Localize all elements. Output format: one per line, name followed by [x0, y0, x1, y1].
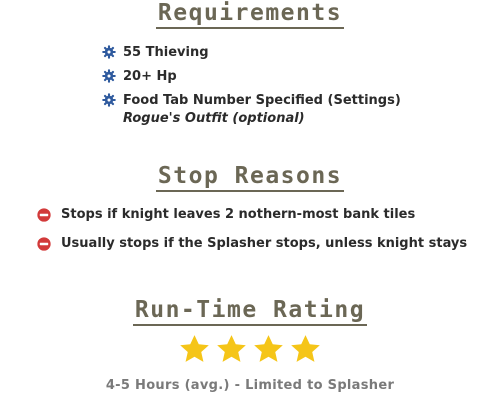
requirement-label: 55 Thieving — [123, 44, 209, 60]
no-entry-icon — [37, 236, 51, 251]
list-item: Usually stops if the Splasher stops, unl… — [37, 229, 467, 258]
list-item: 20+ Hp — [102, 64, 401, 88]
star-icon — [217, 335, 246, 362]
requirements-note: Rogue's Outfit (optional) — [123, 111, 305, 126]
gear-icon — [102, 45, 116, 59]
run-time-heading: Run-Time Rating — [0, 297, 500, 326]
stop-reason-label: Usually stops if the Splasher stops, unl… — [61, 236, 468, 251]
requirements-list: 55 Thieving 20+ Hp Food Tab Number Speci… — [102, 40, 401, 112]
no-entry-icon — [37, 207, 51, 222]
stop-reasons-title: Stop Reasons — [155, 163, 345, 192]
stop-reasons-heading: Stop Reasons — [0, 163, 500, 192]
star-rating — [0, 333, 500, 366]
star-icon — [291, 335, 320, 362]
star-icon — [254, 335, 283, 362]
list-item: Stops if knight leaves 2 nothern-most ba… — [37, 200, 467, 229]
run-time-title: Run-Time Rating — [132, 297, 368, 326]
gear-icon — [102, 93, 116, 107]
gear-icon — [102, 69, 116, 83]
star-icon — [180, 335, 209, 362]
requirement-label: 20+ Hp — [123, 68, 177, 84]
run-time-description: 4-5 Hours (avg.) - Limited to Splasher — [105, 378, 395, 393]
requirements-heading: Requirements — [0, 0, 500, 29]
requirement-label: Food Tab Number Specified (Settings) — [123, 92, 401, 108]
requirements-title: Requirements — [155, 0, 345, 29]
stop-reason-label: Stops if knight leaves 2 nothern-most ba… — [61, 207, 416, 222]
list-item: Food Tab Number Specified (Settings) — [102, 88, 401, 112]
list-item: 55 Thieving — [102, 40, 401, 64]
stop-reasons-list: Stops if knight leaves 2 nothern-most ba… — [37, 200, 467, 258]
